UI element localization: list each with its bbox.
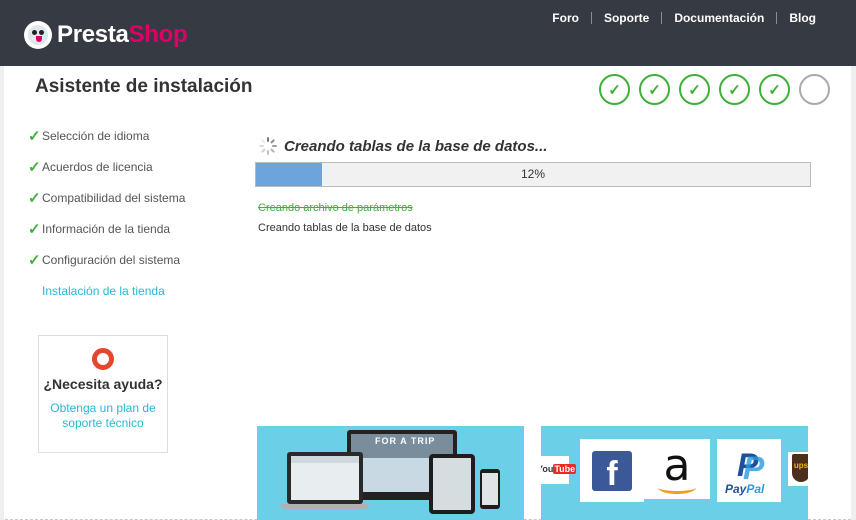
- support-plan-link[interactable]: Obtenga un plan de soporte técnico: [39, 401, 167, 431]
- progress-label: 12%: [520, 167, 546, 181]
- sidebar-item-label: Compatibilidad del sistema: [42, 191, 186, 205]
- themes-banner[interactable]: FOR A TRIP: [257, 426, 524, 520]
- sidebar-item-label: Configuración del sistema: [42, 253, 181, 267]
- paypal-logo-icon: PP PayPal: [717, 439, 781, 502]
- sidebar-item-label: Acuerdos de licencia: [42, 160, 153, 174]
- step-check-icon: ✓: [639, 74, 670, 105]
- log-item-active: Creando tablas de la base de datos: [258, 222, 432, 234]
- youtube-logo-icon: YouTube: [541, 456, 577, 484]
- step-check-icon: ✓: [719, 74, 750, 105]
- nav-link-soporte[interactable]: Soporte: [592, 11, 661, 25]
- sidebar-item-compatibilidad: ✓ Compatibilidad del sistema: [28, 190, 186, 222]
- sidebar-item-informacion: ✓ Información de la tienda: [28, 221, 185, 253]
- laptop-base: [281, 504, 369, 509]
- nav-link-blog[interactable]: Blog: [777, 11, 828, 25]
- sidebar-item-idioma: ✓ Selección de idioma: [28, 128, 185, 160]
- prestashop-logo[interactable]: PrestaShop: [24, 20, 188, 50]
- checkmark-icon: ✓: [28, 252, 41, 269]
- logo-text: PrestaShop: [57, 21, 188, 48]
- sidebar-item-instalacion: Instalación de la tienda: [28, 284, 185, 315]
- install-heading: Creando tablas de la base de datos...: [259, 137, 547, 155]
- facebook-logo-icon: f: [580, 439, 644, 502]
- checkmark-icon: ✓: [28, 221, 41, 238]
- modules-banner[interactable]: YouTube f a PP PayPal ups: [541, 426, 808, 520]
- puffin-logo-icon: [24, 21, 52, 49]
- laptop-image: [287, 452, 363, 504]
- sidebar-item-configuracion: ✓ Configuración del sistema: [28, 252, 185, 284]
- step-check-icon: ✓: [759, 74, 790, 105]
- step-progress-indicator: ✓ ✓ ✓ ✓ ✓: [599, 74, 839, 105]
- loading-spinner-icon: [259, 137, 277, 155]
- right-edge: [851, 66, 856, 520]
- sidebar-item-label: Selección de idioma: [42, 129, 150, 143]
- checkmark-icon: ✓: [28, 128, 41, 145]
- left-edge: [0, 66, 4, 520]
- nav-link-foro[interactable]: Foro: [540, 11, 591, 25]
- checkmark-icon: ✓: [28, 190, 41, 207]
- install-heading-text: Creando tablas de la base de datos...: [284, 137, 548, 155]
- install-progress-bar: 12%: [255, 162, 811, 187]
- install-log: Creando archivo de parámetros Creando ta…: [258, 201, 432, 241]
- checkmark-icon: ✓: [28, 159, 41, 176]
- sidebar-item-label: Instalación de la tienda: [42, 284, 165, 298]
- amazon-logo-icon: a: [644, 439, 710, 499]
- tablet-image: [429, 454, 475, 514]
- sidebar-item-label: Información de la tienda: [42, 222, 171, 236]
- step-check-icon: ✓: [679, 74, 710, 105]
- step-pending-circle-icon: [799, 74, 830, 105]
- install-steps-sidebar: ✓ Selección de idioma ✓ Acuerdos de lice…: [28, 128, 186, 315]
- log-item-done: Creando archivo de parámetros: [258, 202, 413, 214]
- phone-image: [480, 469, 500, 509]
- sidebar-item-licencia: ✓ Acuerdos de licencia: [28, 159, 185, 191]
- page-title: Asistente de instalación: [35, 76, 253, 97]
- nav-link-documentacion[interactable]: Documentación: [662, 11, 776, 25]
- ups-logo-icon: ups: [788, 452, 808, 486]
- lifebuoy-icon: [92, 348, 114, 370]
- banner-caption: FOR A TRIP: [375, 436, 436, 446]
- help-box: ¿Necesita ayuda? Obtenga un plan de sopo…: [38, 335, 168, 453]
- top-navigation: Foro Soporte Documentación Blog: [540, 11, 828, 25]
- header-bar: PrestaShop Foro Soporte Documentación Bl…: [0, 0, 856, 66]
- step-check-icon: ✓: [599, 74, 630, 105]
- help-title: ¿Necesita ayuda?: [43, 376, 163, 392]
